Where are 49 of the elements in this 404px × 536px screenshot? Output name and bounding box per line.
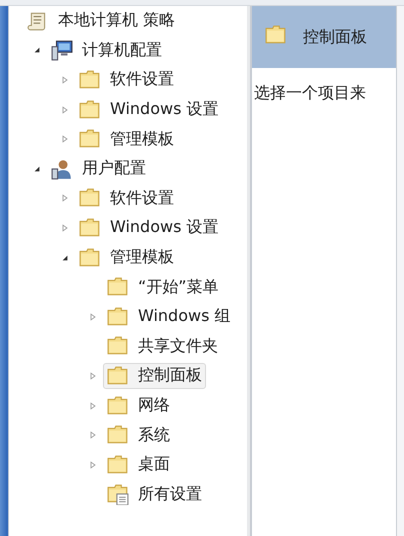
collapsed-arrow-icon[interactable] bbox=[89, 402, 97, 410]
tree-item[interactable]: 所有设置 bbox=[103, 481, 206, 508]
tree-item[interactable]: 共享文件夹 bbox=[103, 333, 222, 360]
collapsed-arrow-icon[interactable] bbox=[89, 460, 97, 469]
settings-folder-icon bbox=[107, 483, 129, 506]
folder-icon bbox=[265, 24, 287, 46]
tree-item[interactable]: 管理模板 bbox=[75, 244, 178, 271]
tree-item[interactable]: Windows 设置 bbox=[75, 214, 223, 241]
folder-icon bbox=[79, 68, 101, 91]
folder-icon bbox=[107, 394, 129, 417]
tree-item[interactable]: Windows 设置 bbox=[75, 96, 223, 123]
collapsed-arrow-icon[interactable] bbox=[61, 135, 69, 144]
computer-icon bbox=[51, 39, 73, 62]
expanded-arrow-icon[interactable] bbox=[61, 254, 69, 262]
folder-icon bbox=[107, 424, 129, 446]
details-title: 控制面板 bbox=[303, 26, 367, 48]
folder-icon bbox=[79, 246, 101, 269]
collapsed-arrow-icon[interactable] bbox=[89, 312, 97, 321]
collapsed-arrow-icon[interactable] bbox=[89, 431, 97, 440]
expanded-arrow-icon[interactable] bbox=[33, 164, 41, 173]
folder-icon bbox=[107, 454, 129, 476]
collapsed-arrow-icon[interactable] bbox=[61, 106, 69, 114]
tree-item[interactable]: 软件设置 bbox=[75, 66, 178, 93]
folder-icon bbox=[107, 276, 129, 298]
collapsed-arrow-icon[interactable] bbox=[89, 372, 97, 380]
folder-icon bbox=[79, 216, 101, 239]
tree-item[interactable]: 计算机配置 bbox=[47, 37, 166, 64]
tree-item[interactable]: 网络 bbox=[103, 392, 174, 419]
expanded-arrow-icon[interactable] bbox=[33, 46, 41, 54]
collapsed-arrow-icon[interactable] bbox=[61, 224, 69, 232]
folder-icon bbox=[79, 187, 101, 210]
tree-item[interactable]: “开始”菜单 bbox=[103, 274, 223, 300]
folder-icon bbox=[107, 306, 129, 328]
tree-item[interactable]: 本地计算机 策略 bbox=[23, 8, 180, 34]
tree-item[interactable]: 软件设置 bbox=[75, 185, 178, 212]
tree-item[interactable]: 桌面 bbox=[103, 452, 174, 478]
folder-icon bbox=[79, 128, 101, 150]
user-icon bbox=[51, 158, 73, 180]
tree-item[interactable]: 用户配置 bbox=[47, 156, 150, 182]
tree-item[interactable]: 管理模板 bbox=[75, 126, 178, 152]
details-hint: 选择一个项目来 bbox=[253, 82, 367, 104]
tree-item[interactable]: Windows 组 bbox=[103, 304, 235, 330]
folder-icon bbox=[107, 364, 129, 387]
folder-icon bbox=[107, 335, 129, 358]
collapsed-arrow-icon[interactable] bbox=[61, 76, 69, 84]
tree-item[interactable]: 控制面板 bbox=[103, 362, 206, 389]
collapsed-arrow-icon[interactable] bbox=[61, 194, 69, 202]
tree-item[interactable]: 系统 bbox=[103, 422, 174, 448]
folder-icon bbox=[79, 98, 101, 121]
